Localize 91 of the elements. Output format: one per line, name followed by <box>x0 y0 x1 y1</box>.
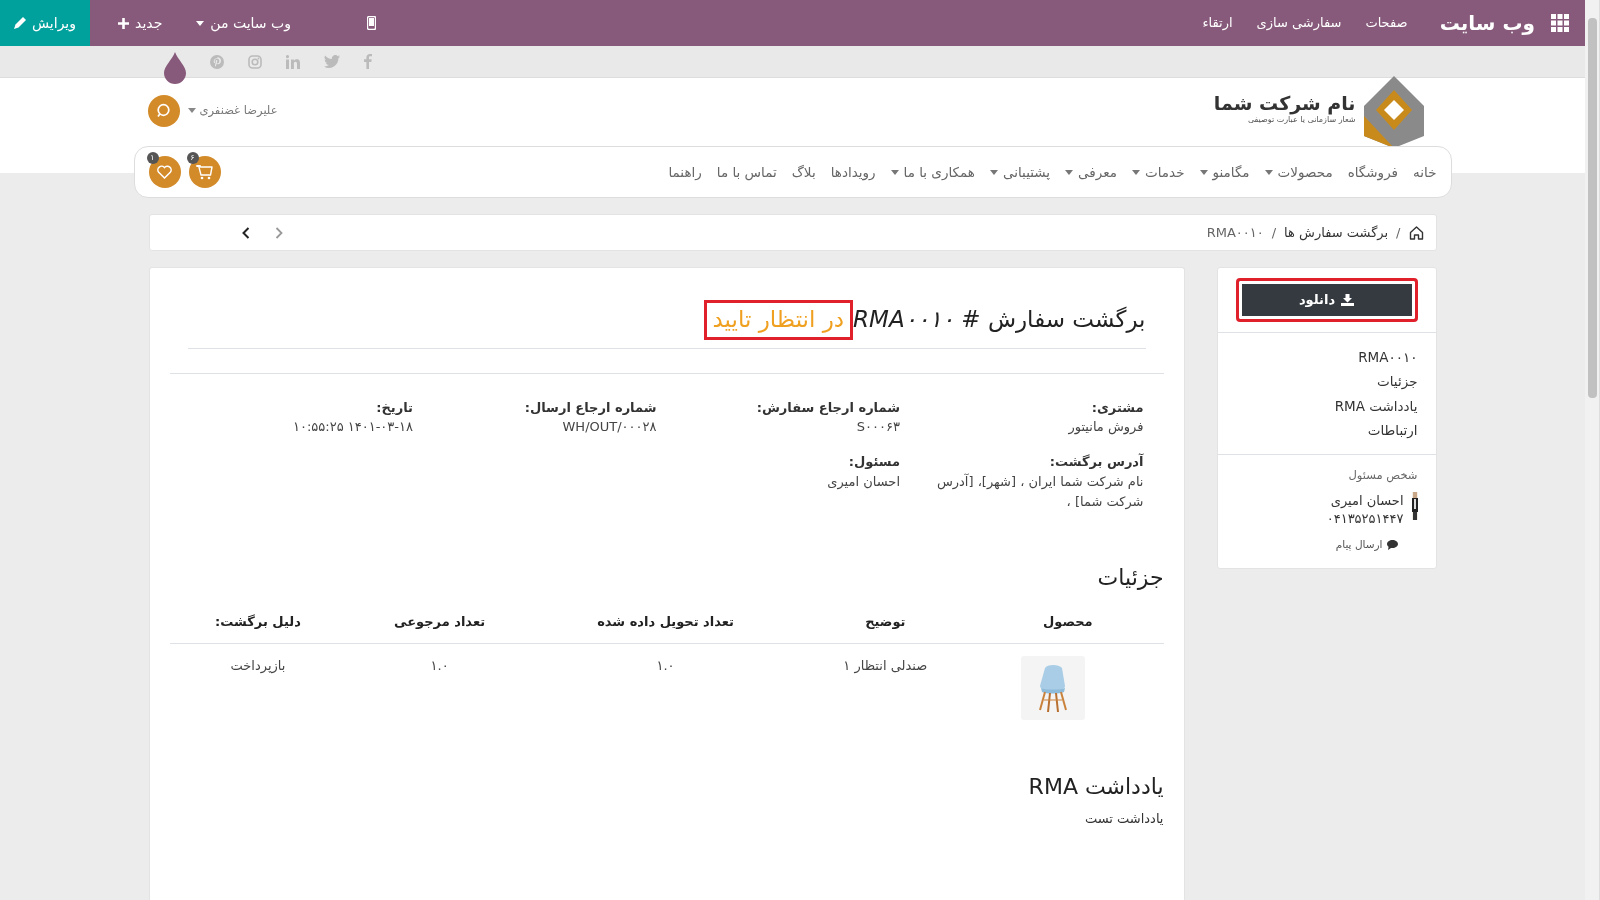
download-icon <box>1341 294 1355 306</box>
nav-link[interactable]: مگامنو <box>1199 161 1250 183</box>
sidebar-link[interactable]: یادداشت RMA <box>1235 395 1418 416</box>
twitter-icon[interactable] <box>323 55 340 68</box>
menu-item[interactable]: سفارشی سازی <box>1256 13 1342 33</box>
company-tagline: شعار سازمانی یا عبارت توصیفی <box>1246 115 1356 127</box>
cart-count: ۶ <box>186 152 199 164</box>
contact-heading: شخص مسئول <box>1347 467 1418 485</box>
drop-icon[interactable] <box>163 51 186 84</box>
chevron-right-icon[interactable] <box>274 226 283 239</box>
sidebar-link[interactable]: ارتباطات <box>1235 419 1418 440</box>
user-menu[interactable]: علیرضا غضنفری <box>187 101 278 120</box>
caret-icon <box>1264 169 1273 175</box>
plus-icon <box>118 17 130 29</box>
chevron-left-icon[interactable] <box>241 226 250 239</box>
app-title: وب سایت <box>1439 10 1535 37</box>
heart-icon <box>157 165 172 179</box>
field-value: نام شرکت شما ایران ، [شهر]، [آدرس شرکت شما] ، <box>935 472 1144 512</box>
caret-icon <box>1065 169 1074 175</box>
field-label: شماره ارجاع ارسال: <box>523 398 657 417</box>
instagram-icon[interactable] <box>247 54 262 69</box>
facebook-icon[interactable] <box>363 54 372 69</box>
caret-icon <box>989 169 998 175</box>
pinterest-icon[interactable] <box>209 54 224 69</box>
column-header: دلیل برگشت: <box>169 599 347 644</box>
nav-link[interactable]: معرفی <box>1065 161 1117 183</box>
search-button[interactable] <box>147 94 180 127</box>
mobile-preview-icon[interactable] <box>366 16 376 30</box>
cart-icon <box>196 164 213 180</box>
column-header: تعداد تحویل داده شده <box>532 599 799 644</box>
caret-icon <box>187 108 196 113</box>
sidebar-link[interactable]: RMA۰۰۱۰ <box>1235 347 1418 368</box>
edit-button[interactable]: ویرایش <box>0 0 91 46</box>
menu-item[interactable]: ارتقاء <box>1202 13 1233 33</box>
nav-link[interactable]: بلاگ <box>791 161 816 183</box>
breadcrumb-link[interactable]: برگشت سفارش ها <box>1284 222 1389 243</box>
contact-phone: ۰۴۱۳۵۲۵۱۴۴۷ <box>1326 510 1404 529</box>
breadcrumb-current: RMA۰۰۱۰ <box>1206 223 1264 242</box>
caret-icon <box>1132 169 1140 175</box>
menu-item[interactable]: صفحات <box>1365 13 1408 33</box>
nav-link[interactable]: راهنما <box>668 161 702 183</box>
table-cell: صندلی انتظار ۱ <box>798 643 973 733</box>
chat-icon <box>1386 539 1398 550</box>
field-value: ۱۴۰۱-۰۳-۱۸ ۱۰:۵۵:۲۵ <box>291 418 413 437</box>
column-header: تعداد مرجوعی <box>346 599 533 644</box>
section-heading: یادداشت RMA <box>1027 774 1164 801</box>
field-label: شماره ارجاع سفارش: <box>755 398 900 417</box>
website-dropdown[interactable]: وب سایت من <box>190 11 297 35</box>
caret-icon <box>890 169 899 175</box>
nav-link[interactable]: فروشگاه <box>1347 161 1399 183</box>
nav-link[interactable]: خانه <box>1413 161 1437 183</box>
scrollbar[interactable] <box>1585 0 1600 900</box>
field-label: تاریخ: <box>375 398 413 417</box>
table-cell: ۱.۰ <box>346 643 533 733</box>
nav-link[interactable]: پشتیبانی <box>989 161 1051 183</box>
note-text: یادداشت تست <box>1083 809 1164 828</box>
document-title: برگشت سفارش # RMA۰۰۱۰ <box>853 306 1146 334</box>
apps-grid-icon[interactable] <box>1551 14 1569 32</box>
nav-link[interactable]: خدمات <box>1132 161 1185 183</box>
company-name: نام شرکت شما <box>1213 91 1356 115</box>
table-cell: ۱.۰ <box>532 643 799 733</box>
nav-link[interactable]: تماس با ما <box>716 161 777 183</box>
field-value: فروش مانیتور <box>1067 418 1144 437</box>
linkedin-icon[interactable] <box>285 54 300 69</box>
section-heading: جزئیات <box>1096 565 1164 592</box>
field-label: مشتری: <box>1090 398 1144 417</box>
new-button[interactable]: جدید <box>112 11 169 35</box>
status-label: در انتظار تایید <box>703 300 854 340</box>
column-header: توضیح <box>798 599 973 644</box>
field-label: مسئول: <box>847 453 900 472</box>
table-cell: بازپرداخت <box>169 643 347 733</box>
field-value: WH/OUT/۰۰۰۲۸ <box>561 418 657 437</box>
breadcrumb-separator: / <box>1271 223 1277 242</box>
column-header: محصول <box>972 599 1164 644</box>
home-icon[interactable] <box>1408 225 1424 240</box>
contact-name: احسان امیری <box>1329 492 1404 511</box>
nav-link[interactable]: رویدادها <box>830 161 876 183</box>
nav-link[interactable]: محصولات <box>1264 161 1333 183</box>
field-value: احسان امیری <box>826 472 900 492</box>
field-value: S۰۰۰۶۳ <box>855 418 900 437</box>
wishlist-count: ۱ <box>146 152 159 164</box>
pencil-icon <box>14 17 26 29</box>
nav-link[interactable]: همکاری با ما <box>890 161 975 183</box>
field-label: آدرس برگشت: <box>1048 452 1144 472</box>
caret-icon <box>196 20 205 26</box>
caret-icon <box>1199 169 1208 175</box>
sidebar-link[interactable]: جزئیات <box>1235 371 1418 392</box>
breadcrumb-separator: / <box>1396 223 1401 242</box>
send-message-link[interactable]: ارسال پیام <box>1235 536 1398 553</box>
search-icon <box>156 103 171 118</box>
download-button[interactable]: دانلود <box>1235 278 1418 322</box>
